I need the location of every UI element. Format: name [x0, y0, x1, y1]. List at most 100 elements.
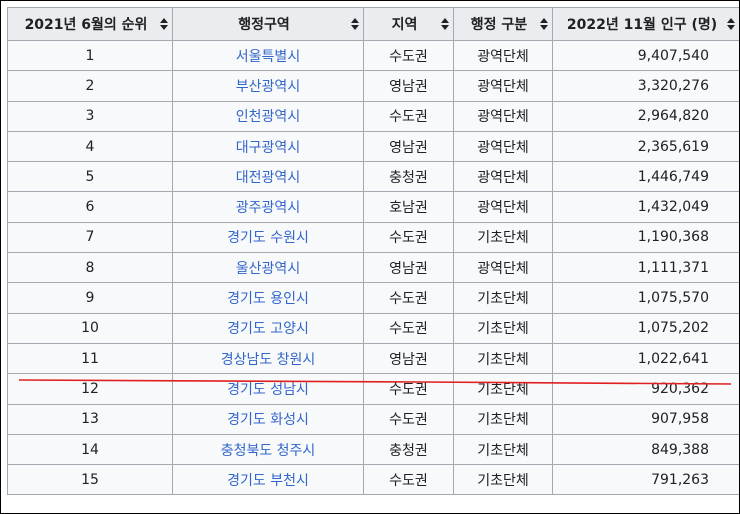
region-link[interactable]: 충청북도 청주시	[221, 443, 316, 459]
region-cell: 서울특별시	[172, 39, 364, 72]
admin-type-cell: 기초단체	[453, 464, 553, 496]
column-header-region[interactable]: 행정구역	[172, 7, 364, 41]
population-table: 2021년 6월의 순위 행정구역 지역 행정 구분 2022년 11월 인구 (명) …	[7, 7, 739, 496]
column-header-rank[interactable]: 2021년 6월의 순위	[7, 7, 173, 41]
region-cell: 경상남도 창원시	[172, 342, 364, 375]
table-row: 12 경기도 성남시 수도권 기초단체 920,362	[7, 373, 739, 405]
region-link[interactable]: 경기도 고양시	[227, 321, 309, 337]
admin-type-cell: 광역단체	[453, 70, 553, 102]
area-cell: 충청권	[363, 161, 454, 193]
rank-cell: 4	[7, 130, 173, 163]
area-cell: 수도권	[363, 464, 454, 496]
rank-cell: 14	[7, 433, 173, 466]
area-cell: 수도권	[363, 373, 454, 405]
table-row: 1 서울특별시 수도권 광역단체 9,407,540	[7, 39, 739, 72]
area-cell: 영남권	[363, 342, 454, 375]
region-cell: 경기도 용인시	[172, 282, 364, 314]
area-cell: 영남권	[363, 130, 454, 163]
rank-cell: 1	[7, 39, 173, 72]
area-cell: 수도권	[363, 403, 454, 435]
column-header-label: 행정구역	[238, 17, 290, 33]
table-row: 6 광주광역시 호남권 광역단체 1,432,049	[7, 191, 739, 223]
population-cell: 1,111,371	[552, 252, 739, 284]
region-link[interactable]: 부산광역시	[236, 79, 300, 95]
population-cell: 1,190,368	[552, 221, 739, 254]
population-cell: 9,407,540	[552, 39, 739, 72]
population-cell: 1,075,202	[552, 312, 739, 344]
rank-cell: 15	[7, 464, 173, 496]
population-cell: 849,388	[552, 433, 739, 466]
admin-type-cell: 광역단체	[453, 161, 553, 193]
region-link[interactable]: 경기도 성남시	[227, 382, 309, 398]
sort-both-icon[interactable]	[727, 18, 735, 30]
region-link[interactable]: 울산광역시	[236, 261, 300, 277]
area-cell: 영남권	[363, 252, 454, 284]
population-cell: 920,362	[552, 373, 739, 405]
header-row: 2021년 6월의 순위 행정구역 지역 행정 구분 2022년 11월 인구 (명)	[7, 7, 739, 41]
table-row: 8 울산광역시 영남권 광역단체 1,111,371	[7, 252, 739, 284]
admin-type-cell: 기초단체	[453, 221, 553, 254]
area-cell: 수도권	[363, 282, 454, 314]
rank-cell: 13	[7, 403, 173, 435]
population-cell: 1,022,641	[552, 342, 739, 375]
rank-cell: 6	[7, 191, 173, 223]
region-link[interactable]: 대전광역시	[236, 170, 300, 186]
region-cell: 경기도 부천시	[172, 464, 364, 496]
sort-both-icon[interactable]	[351, 18, 359, 30]
area-cell: 영남권	[363, 70, 454, 102]
admin-type-cell: 광역단체	[453, 252, 553, 284]
column-header-type[interactable]: 행정 구분	[453, 7, 553, 41]
admin-type-cell: 광역단체	[453, 39, 553, 72]
rank-cell: 10	[7, 312, 173, 344]
table-row: 13 경기도 화성시 수도권 기초단체 907,958	[7, 403, 739, 435]
admin-type-cell: 광역단체	[453, 130, 553, 163]
region-link[interactable]: 경기도 화성시	[227, 412, 309, 428]
region-cell: 부산광역시	[172, 70, 364, 102]
column-header-area[interactable]: 지역	[363, 7, 454, 41]
region-cell: 경기도 고양시	[172, 312, 364, 344]
area-cell: 수도권	[363, 312, 454, 344]
region-link[interactable]: 인천광역시	[236, 109, 300, 125]
admin-type-cell: 기초단체	[453, 373, 553, 405]
region-cell: 경기도 화성시	[172, 403, 364, 435]
rank-cell: 9	[7, 282, 173, 314]
rank-cell: 11	[7, 342, 173, 375]
area-cell: 수도권	[363, 39, 454, 72]
area-cell: 수도권	[363, 100, 454, 132]
region-link[interactable]: 경상남도 창원시	[221, 352, 316, 368]
admin-type-cell: 광역단체	[453, 191, 553, 223]
area-cell: 호남권	[363, 191, 454, 223]
sort-both-icon[interactable]	[540, 18, 548, 30]
region-link[interactable]: 경기도 용인시	[227, 291, 309, 307]
region-link[interactable]: 경기도 부천시	[227, 473, 309, 489]
region-link[interactable]: 경기도 수원시	[227, 230, 309, 246]
population-cell: 907,958	[552, 403, 739, 435]
region-cell: 충청북도 청주시	[172, 433, 364, 466]
rank-cell: 5	[7, 161, 173, 193]
region-cell: 대전광역시	[172, 161, 364, 193]
column-header-label: 행정 구분	[470, 17, 528, 33]
region-link[interactable]: 대구광역시	[236, 140, 300, 156]
admin-type-cell: 기초단체	[453, 403, 553, 435]
column-header-label: 2021년 6월의 순위	[24, 17, 148, 33]
table-row: 4 대구광역시 영남권 광역단체 2,365,619	[7, 130, 739, 163]
admin-type-cell: 기초단체	[453, 312, 553, 344]
area-cell: 수도권	[363, 221, 454, 254]
sort-both-icon[interactable]	[441, 18, 449, 30]
admin-type-cell: 기초단체	[453, 342, 553, 375]
rank-cell: 2	[7, 70, 173, 102]
column-header-population[interactable]: 2022년 11월 인구 (명)	[552, 7, 739, 41]
table-row: 2 부산광역시 영남권 광역단체 3,320,276	[7, 70, 739, 102]
table-row: 10 경기도 고양시 수도권 기초단체 1,075,202	[7, 312, 739, 344]
region-link[interactable]: 광주광역시	[236, 200, 300, 216]
region-cell: 대구광역시	[172, 130, 364, 163]
population-cell: 1,446,749	[552, 161, 739, 193]
region-cell: 광주광역시	[172, 191, 364, 223]
population-cell: 2,964,820	[552, 100, 739, 132]
admin-type-cell: 광역단체	[453, 100, 553, 132]
sort-both-icon[interactable]	[160, 18, 168, 30]
region-cell: 인천광역시	[172, 100, 364, 132]
region-link[interactable]: 서울특별시	[236, 49, 300, 65]
region-cell: 울산광역시	[172, 252, 364, 284]
area-cell: 충청권	[363, 433, 454, 466]
